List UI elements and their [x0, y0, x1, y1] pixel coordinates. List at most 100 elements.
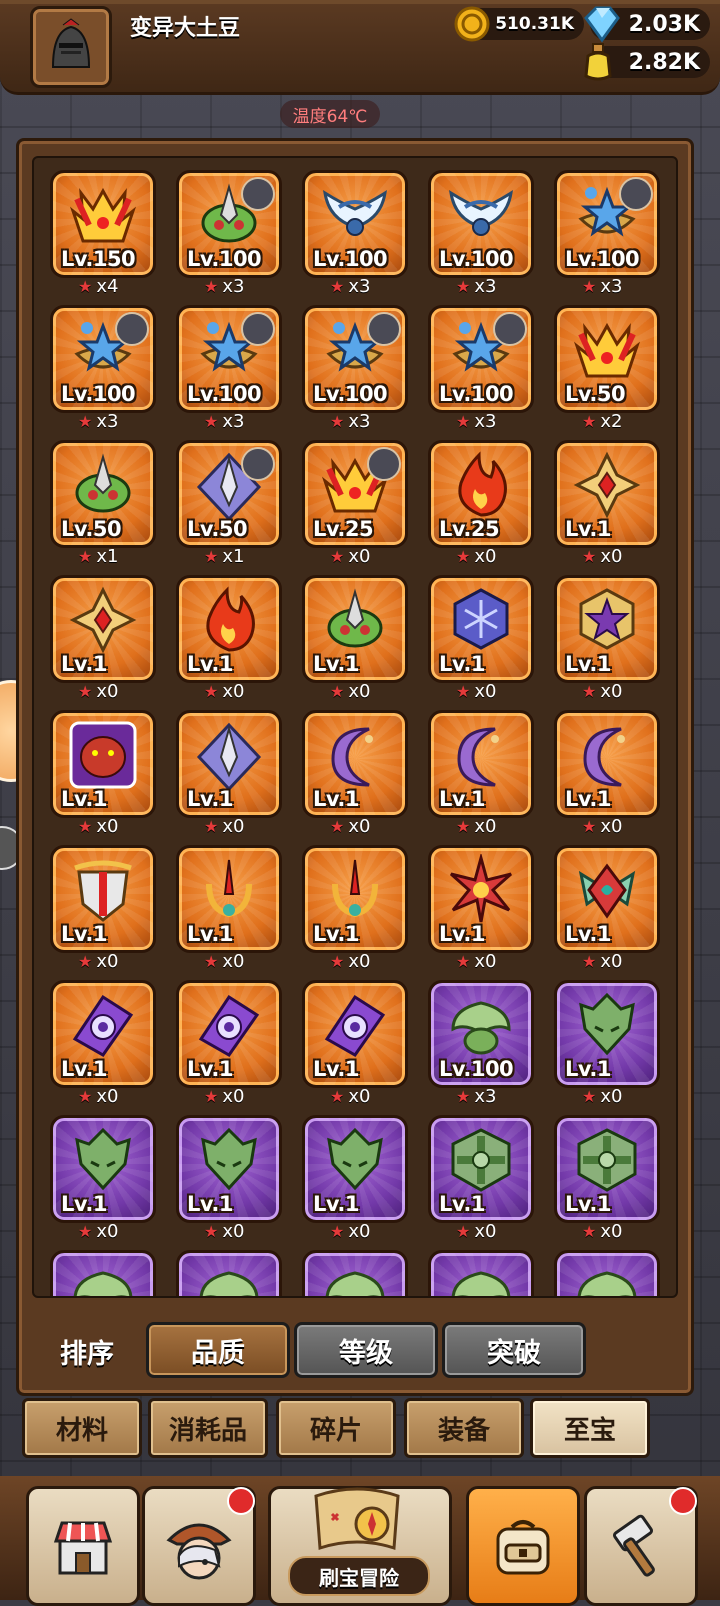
item-slot[interactable]: Lv.1 ★ x0	[554, 845, 662, 981]
item-tile[interactable]: Lv.1	[428, 575, 534, 683]
item-slot[interactable]: Lv.1 ★ x0	[428, 845, 536, 981]
item-tile[interactable]: Lv.1	[428, 710, 534, 818]
item-tile[interactable]: Lv.1	[50, 980, 156, 1088]
item-slot[interactable]: Lv.1 ★ x0	[50, 575, 158, 711]
item-slot[interactable]: Lv.50 ★ x2	[554, 305, 662, 441]
item-tile[interactable]: Lv.100	[428, 980, 534, 1088]
sort-quality-button[interactable]: 品质	[146, 1322, 290, 1378]
item-slot[interactable]: Lv.1 ★ x0	[176, 710, 284, 846]
item-tile[interactable]: Lv.1	[302, 710, 408, 818]
item-slot[interactable]: Lv.100 ★ x3	[302, 170, 410, 306]
tab-equipment[interactable]: 装备	[404, 1398, 524, 1458]
item-slot[interactable]	[428, 1250, 536, 1296]
item-tile[interactable]	[428, 1250, 534, 1296]
item-tile[interactable]	[302, 1250, 408, 1296]
sort-breakthrough-button[interactable]: 突破	[442, 1322, 586, 1378]
item-slot[interactable]: Lv.1 ★ x0	[50, 710, 158, 846]
item-tile[interactable]: Lv.50	[50, 440, 156, 548]
item-tile[interactable]: Lv.1	[176, 710, 282, 818]
item-tile[interactable]: Lv.100	[176, 305, 282, 413]
item-tile[interactable]: Lv.100	[302, 170, 408, 278]
item-slot[interactable]: Lv.1 ★ x0	[428, 710, 536, 846]
item-tile[interactable]: Lv.1	[176, 1115, 282, 1223]
item-slot[interactable]: Lv.25 ★ x0	[428, 440, 536, 576]
item-slot[interactable]: Lv.1 ★ x0	[302, 710, 410, 846]
item-tile[interactable]: Lv.25	[302, 440, 408, 548]
tab-fragments[interactable]: 碎片	[276, 1398, 396, 1458]
item-tile[interactable]: Lv.50	[176, 440, 282, 548]
item-slot[interactable]: Lv.1 ★ x0	[554, 710, 662, 846]
nav-adventure-button[interactable]: 刷宝冒险	[262, 1478, 452, 1606]
item-tile[interactable]: Lv.50	[554, 305, 660, 413]
item-tile[interactable]: Lv.1	[554, 1115, 660, 1223]
item-tile[interactable]: Lv.1	[176, 980, 282, 1088]
item-slot[interactable]: Lv.100 ★ x3	[554, 170, 662, 306]
item-tile[interactable]: Lv.1	[50, 710, 156, 818]
item-tile[interactable]: Lv.1	[50, 575, 156, 683]
item-slot[interactable]: Lv.100 ★ x3	[50, 305, 158, 441]
item-tile[interactable]	[176, 1250, 282, 1296]
item-slot[interactable]: Lv.1 ★ x0	[428, 575, 536, 711]
nav-bag-button[interactable]	[466, 1486, 580, 1606]
item-slot[interactable]	[50, 1250, 158, 1296]
item-slot[interactable]	[302, 1250, 410, 1296]
item-tile[interactable]: Lv.100	[428, 170, 534, 278]
item-tile[interactable]: Lv.1	[554, 845, 660, 953]
item-tile[interactable]	[554, 1250, 660, 1296]
item-tile[interactable]: Lv.1	[554, 440, 660, 548]
item-slot[interactable]: Lv.1 ★ x0	[50, 1115, 158, 1251]
tab-treasures[interactable]: 至宝	[530, 1398, 650, 1458]
item-tile[interactable]	[50, 1250, 156, 1296]
item-slot[interactable]: Lv.25 ★ x0	[302, 440, 410, 576]
item-slot[interactable]: Lv.1 ★ x0	[554, 1115, 662, 1251]
item-tile[interactable]: Lv.1	[302, 980, 408, 1088]
item-slot[interactable]: Lv.1 ★ x0	[50, 845, 158, 981]
item-tile[interactable]: Lv.1	[428, 1115, 534, 1223]
item-tile[interactable]: Lv.1	[302, 845, 408, 953]
item-slot[interactable]: Lv.1 ★ x0	[176, 845, 284, 981]
item-tile[interactable]: Lv.1	[554, 710, 660, 818]
tab-materials[interactable]: 材料	[22, 1398, 142, 1458]
item-slot[interactable]: Lv.50 ★ x1	[176, 440, 284, 576]
nav-hero-button[interactable]	[142, 1486, 256, 1606]
item-slot[interactable]: Lv.1 ★ x0	[176, 575, 284, 711]
item-tile[interactable]: Lv.150	[50, 170, 156, 278]
item-slot[interactable]: Lv.1 ★ x0	[302, 845, 410, 981]
item-slot[interactable]: Lv.1 ★ x0	[50, 980, 158, 1116]
item-slot[interactable]: Lv.100 ★ x3	[176, 170, 284, 306]
item-tile[interactable]: Lv.25	[428, 440, 534, 548]
item-slot[interactable]: Lv.150 ★ x4	[50, 170, 158, 306]
item-grid-container[interactable]: Lv.150 ★ x4 Lv.100 ★ x3 Lv.100 ★ x3 Lv.100 ★ x3 Lv.1…	[32, 156, 678, 1298]
item-tile[interactable]: Lv.1	[554, 575, 660, 683]
item-slot[interactable]: Lv.100 ★ x3	[428, 170, 536, 306]
item-tile[interactable]: Lv.1	[302, 1115, 408, 1223]
item-tile[interactable]: Lv.1	[554, 980, 660, 1088]
nav-shop-button[interactable]	[26, 1486, 140, 1606]
item-slot[interactable]: Lv.1 ★ x0	[302, 980, 410, 1116]
item-slot[interactable]: Lv.100 ★ x3	[176, 305, 284, 441]
item-slot[interactable]: Lv.100 ★ x3	[302, 305, 410, 441]
item-tile[interactable]: Lv.1	[428, 845, 534, 953]
item-slot[interactable]: Lv.100 ★ x3	[428, 980, 536, 1116]
item-slot[interactable]: Lv.1 ★ x0	[428, 1115, 536, 1251]
item-tile[interactable]: Lv.1	[50, 1115, 156, 1223]
item-slot[interactable]: Lv.1 ★ x0	[176, 1115, 284, 1251]
item-slot[interactable]: Lv.1 ★ x0	[302, 1115, 410, 1251]
item-tile[interactable]: Lv.100	[176, 170, 282, 278]
nav-forge-button[interactable]	[584, 1486, 698, 1606]
item-tile[interactable]: Lv.100	[302, 305, 408, 413]
item-tile[interactable]: Lv.1	[176, 575, 282, 683]
item-slot[interactable]	[176, 1250, 284, 1296]
item-slot[interactable]: Lv.1 ★ x0	[554, 440, 662, 576]
item-tile[interactable]: Lv.1	[50, 845, 156, 953]
item-slot[interactable]	[554, 1250, 662, 1296]
item-slot[interactable]: Lv.50 ★ x1	[50, 440, 158, 576]
item-slot[interactable]: Lv.1 ★ x0	[176, 980, 284, 1116]
item-tile[interactable]: Lv.100	[428, 305, 534, 413]
item-slot[interactable]: Lv.1 ★ x0	[554, 575, 662, 711]
item-tile[interactable]: Lv.100	[554, 170, 660, 278]
item-slot[interactable]: Lv.1 ★ x0	[554, 980, 662, 1116]
tab-consumables[interactable]: 消耗品	[148, 1398, 268, 1458]
item-tile[interactable]: Lv.1	[302, 575, 408, 683]
sort-level-button[interactable]: 等级	[294, 1322, 438, 1378]
